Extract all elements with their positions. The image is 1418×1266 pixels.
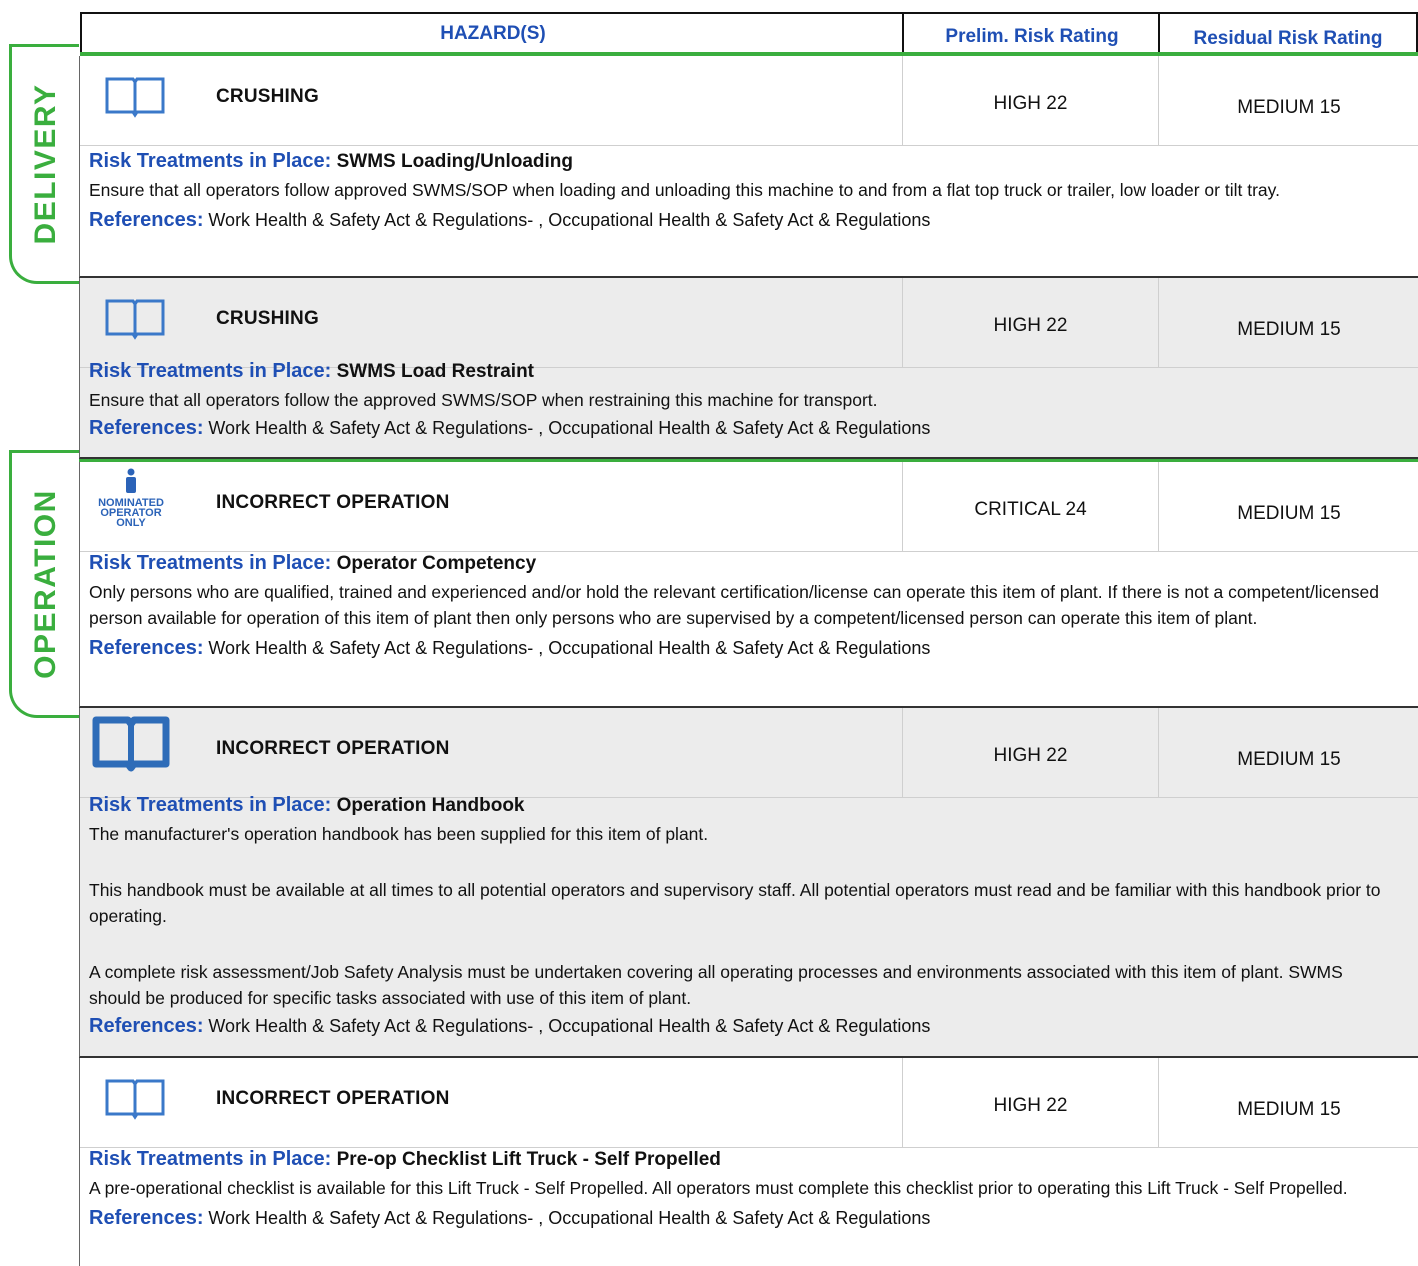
references-label: References: [89,417,204,439]
hazard-name: INCORRECT OPERATION [216,1088,450,1109]
references-line: References: Work Health & Safety Act & R… [89,635,1388,661]
references-value: Work Health & Safety Act & Regulations- … [208,210,931,230]
treatment-text: Ensure that all operators follow the app… [89,390,878,410]
hazard-block-5: INCORRECT OPERATION HIGH 22 MEDIUM 15 Ri… [79,1058,1418,1266]
treatment-title: Pre-op Checklist Lift Truck - Self Prope… [336,1149,721,1170]
references-line: References: Work Health & Safety Act & R… [89,1013,1388,1039]
treatment-title: Operation Handbook [336,795,525,816]
references-value: Work Health & Safety Act & Regulations- … [208,1208,931,1228]
hazard-name: INCORRECT OPERATION [216,738,450,759]
treatment-label: Risk Treatments in Place: [89,150,332,172]
treatment-heading: Risk Treatments in Place: Pre-op Checkli… [89,1146,1388,1173]
references-line: References: Work Health & Safety Act & R… [89,415,1388,441]
references-value: Work Health & Safety Act & Regulations- … [208,418,931,438]
section-tab-delivery: DELIVERY [9,44,79,284]
residual-rating: MEDIUM 15 [1158,56,1418,146]
treatment-title: SWMS Loading/Unloading [336,151,574,172]
references-label: References: [89,1015,204,1037]
book-icon [104,1076,166,1120]
section-label: DELIVERY [28,83,62,245]
hazard-row: NOMINATED OPERATOR ONLY INCORRECT OPERAT… [80,462,1418,552]
treatment-label: Risk Treatments in Place: [89,794,332,816]
section-label: OPERATION [28,489,62,679]
treatment-heading: Risk Treatments in Place: Operation Hand… [89,792,1388,819]
treatment-text: A pre-operational checklist is available… [89,1178,1348,1198]
prelim-rating: CRITICAL 24 [902,462,1158,552]
hazard-name: INCORRECT OPERATION [216,492,450,513]
treatment-section: Risk Treatments in Place: Operator Compe… [89,550,1388,661]
hazard-name: CRUSHING [216,86,319,107]
references-value: Work Health & Safety Act & Regulations- … [208,638,931,658]
treatment-section: Risk Treatments in Place: SWMS Loading/U… [89,148,1388,233]
prelim-rating: HIGH 22 [902,56,1158,146]
handbook-icon [92,714,170,777]
residual-rating: MEDIUM 15 [1158,462,1418,552]
header-prelim-rating: Prelim. Risk Rating [902,12,1160,54]
operator-figure-icon [124,468,138,494]
treatment-label: Risk Treatments in Place: [89,1148,332,1170]
hazard-row: CRUSHING HIGH 22 MEDIUM 15 [80,56,1418,146]
hazard-name: CRUSHING [216,308,319,329]
treatment-title: SWMS Load Restraint [336,361,535,382]
prelim-rating: HIGH 22 [902,278,1158,368]
treatment-section: Risk Treatments in Place: Operation Hand… [89,792,1388,1039]
treatment-title: Operator Competency [336,553,537,574]
hazard-row: INCORRECT OPERATION HIGH 22 MEDIUM 15 [80,1058,1418,1148]
treatment-heading: Risk Treatments in Place: Operator Compe… [89,550,1388,577]
section-tab-operation: OPERATION [9,450,79,718]
hazard-row: INCORRECT OPERATION HIGH 22 MEDIUM 15 [80,708,1418,798]
hazard-block-1: CRUSHING HIGH 22 MEDIUM 15 Risk Treatmen… [79,56,1418,278]
references-label: References: [89,209,204,231]
hazard-row: CRUSHING HIGH 22 MEDIUM 15 [80,278,1418,368]
treatment-text: Ensure that all operators follow approve… [89,180,1280,200]
header-residual-rating: Residual Risk Rating [1158,12,1418,54]
treatment-heading: Risk Treatments in Place: SWMS Loading/U… [89,148,1388,175]
prelim-rating: HIGH 22 [902,1058,1158,1148]
treatment-label: Risk Treatments in Place: [89,552,332,574]
prelim-rating: HIGH 22 [902,708,1158,798]
residual-rating: MEDIUM 15 [1158,708,1418,798]
references-value: Work Health & Safety Act & Regulations- … [208,1016,931,1036]
references-line: References: Work Health & Safety Act & R… [89,1205,1388,1231]
references-line: References: Work Health & Safety Act & R… [89,207,1388,233]
treatment-label: Risk Treatments in Place: [89,360,332,382]
header-hazards: HAZARD(S) [80,12,904,54]
hazard-block-4: INCORRECT OPERATION HIGH 22 MEDIUM 15 Ri… [79,708,1418,1058]
residual-rating: MEDIUM 15 [1158,1058,1418,1148]
references-label: References: [89,637,204,659]
icon-text-line: ONLY [116,517,146,529]
treatment-text: The manufacturer's operation handbook ha… [89,824,709,844]
book-icon [104,74,166,118]
references-label: References: [89,1207,204,1229]
book-icon [104,296,166,340]
hazard-block-3: NOMINATED OPERATOR ONLY INCORRECT OPERAT… [79,462,1418,708]
treatment-section: Risk Treatments in Place: Pre-op Checkli… [89,1146,1388,1231]
treatment-text: A complete risk assessment/Job Safety An… [89,962,1343,1008]
nominated-operator-icon: NOMINATED OPERATOR ONLY [90,468,172,529]
treatment-section: Risk Treatments in Place: SWMS Load Rest… [89,358,1388,441]
treatment-text: This handbook must be available at all t… [89,880,1381,926]
hazard-block-2: CRUSHING HIGH 22 MEDIUM 15 Risk Treatmen… [79,278,1418,459]
treatment-heading: Risk Treatments in Place: SWMS Load Rest… [89,358,1388,385]
risk-assessment-sheet: HAZARD(S) Prelim. Risk Rating Residual R… [0,0,1418,1266]
residual-rating: MEDIUM 15 [1158,278,1418,368]
treatment-text: Only persons who are qualified, trained … [89,582,1379,628]
